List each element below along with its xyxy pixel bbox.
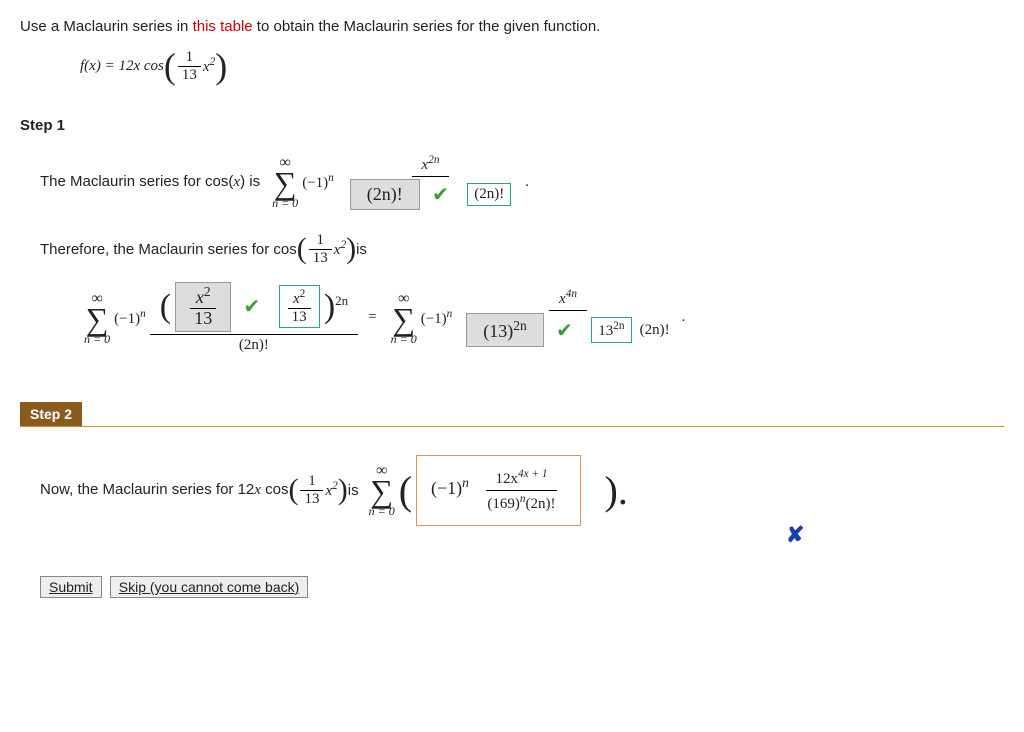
answer-box-1[interactable]: (2n)! [350,179,420,210]
step2-label: Step 2 [20,402,82,426]
cross-icon: ✘ [786,522,804,547]
func-lhs: f(x) = 12x cos [80,58,164,75]
correct-answer-1: (2n)! [467,183,511,206]
frac-block-3: x4n (13)2n ✔ 132n (2n)! [456,286,679,349]
this-table-link[interactable]: this table [193,18,253,35]
neg1n: (−1)n [302,172,334,192]
prompt-pre: Use a Maclaurin series in [20,18,193,35]
submit-button[interactable]: Submit [40,576,102,598]
step1-therefore: Therefore, the Maclaurin series for cos … [40,232,1004,266]
step1-label: Step 1 [20,117,1004,134]
question-prompt: Use a Maclaurin series in this table to … [20,18,1004,35]
prompt-post: to obtain the Maclaurin series for the g… [257,18,601,35]
check-icon: ✔ [556,320,573,342]
step1-line1: The Maclaurin series for cos(x) is ∞ ∑ n… [40,152,1004,212]
correct-answer-2: x213 [279,285,320,328]
sigma-1: ∞ ∑ n = 0 [272,155,298,209]
check-icon: ✔ [432,184,449,206]
line1-text: The Maclaurin series for cos(x) is [40,173,260,191]
x-squared: x2 [203,56,215,76]
button-row: Submit Skip (you cannot come back) [40,576,1004,598]
answer-box-3[interactable]: (13)2n [466,313,544,347]
step2-line: Now, the Maclaurin series for 12x cos ( … [40,455,1004,526]
answer-box-2[interactable]: x213 [175,282,231,332]
function-definition: f(x) = 12x cos ( 1 13 x2 ) [80,45,1004,87]
paren-left: ( [164,45,176,87]
frac-block-2: ( x213 ✔ x213 )2n (2n)! [150,280,358,356]
paren-right: ) [215,45,227,87]
frac-1-13: 1 13 [178,49,201,83]
frac-x2n-ans: x2n (2n)! ✔ (2n)! [340,152,521,212]
check-icon: ✔ [244,296,261,318]
sigma-2: ∞ ∑ n = 0 [84,291,110,345]
step2-bar: Step 2 [20,402,1004,427]
sigma-3: ∞ ∑ n = 0 [391,291,417,345]
period: . [525,174,529,191]
answer-box-4[interactable]: (−1)n 12x4x + 1 (169)n(2n)! [416,455,581,526]
sigma-4: ∞ ∑ n = 0 [369,463,395,517]
step1-big-eq: ∞ ∑ n = 0 (−1)n ( x213 ✔ x213 )2n (2n)! … [80,280,1004,356]
step2-pre: Now, the Maclaurin series for 12x cos [40,481,288,499]
close-paren: ). [605,467,628,514]
skip-button[interactable]: Skip (you cannot come back) [110,576,309,598]
correct-answer-3: 132n [591,317,631,343]
